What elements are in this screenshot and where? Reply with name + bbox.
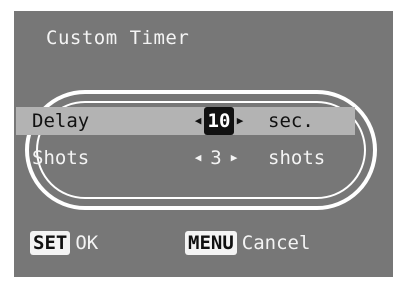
set-hint-label: OK — [75, 232, 99, 254]
set-key-icon: SET — [30, 231, 71, 255]
menu-cancel-hint[interactable]: MENU Cancel — [185, 231, 310, 255]
menu-key-icon: MENU — [185, 231, 237, 255]
delay-unit: sec. — [268, 110, 314, 132]
shots-value: 3 — [210, 147, 222, 169]
decrease-arrow-icon[interactable]: ◀ — [192, 107, 204, 135]
increase-arrow-icon[interactable]: ▶ — [234, 107, 246, 135]
set-ok-hint[interactable]: SET OK — [30, 231, 98, 255]
screen-title: Custom Timer — [46, 27, 190, 49]
decrease-arrow-icon[interactable]: ◀ — [192, 144, 204, 172]
menu-row-shots[interactable]: Shots ◀ 3 ▶ shots — [16, 144, 355, 172]
menu-hint-label: Cancel — [241, 232, 311, 254]
shots-value-control[interactable]: ◀ 3 ▶ — [192, 144, 240, 172]
menu-row-delay[interactable]: Delay ◀ 10 ▶ sec. — [16, 107, 355, 135]
delay-value: 10 — [204, 107, 234, 135]
delay-value-control[interactable]: ◀ 10 ▶ — [192, 107, 246, 135]
shots-unit: shots — [268, 147, 326, 169]
menu-row-label: Delay — [32, 110, 90, 132]
menu-row-label: Shots — [32, 147, 90, 169]
increase-arrow-icon[interactable]: ▶ — [228, 144, 240, 172]
